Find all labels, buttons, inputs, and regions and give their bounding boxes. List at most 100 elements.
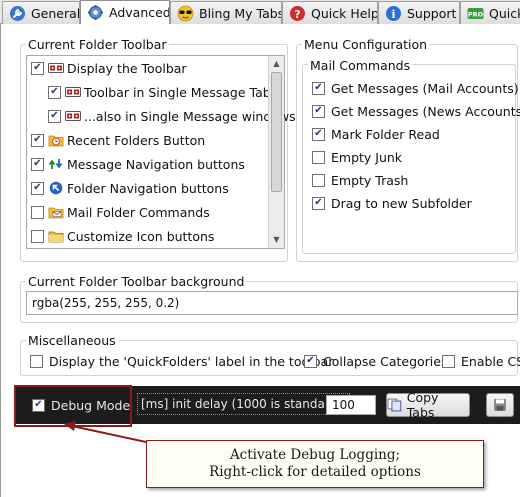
tab-label: Advanced (109, 5, 170, 20)
list-item-message-navigation[interactable]: Message Navigation buttons (31, 153, 245, 175)
item-label: ...also in Single Message windows (84, 108, 296, 124)
tab-advanced[interactable]: Advanced (80, 0, 170, 24)
checkbox-display-quickfolders-label[interactable]: Display the 'QuickFolders' label in the … (30, 350, 333, 372)
save-button[interactable] (486, 393, 514, 417)
debug-logging-callout: Activate Debug Logging; Right-click for … (146, 440, 484, 488)
toolbar-background-input[interactable]: rgba(255, 255, 255, 0.2) (26, 291, 518, 315)
toolbar-icon (48, 63, 64, 73)
checkbox[interactable] (31, 133, 44, 147)
list-item-recent-folders[interactable]: Recent Folders Button (31, 129, 205, 151)
checkbox-enable-css[interactable]: Enable CSS (442, 350, 520, 372)
menu-configuration-legend: Menu Configuration (302, 37, 430, 52)
svg-text:?: ? (294, 7, 300, 20)
callout-line-2: Right-click for detailed options (209, 464, 421, 480)
gear-icon (88, 5, 103, 20)
recent-folder-icon (48, 135, 64, 147)
checkbox[interactable] (312, 127, 325, 141)
checkbox-get-messages-news[interactable]: Get Messages (News Accounts) (312, 100, 520, 122)
checkbox-label: Collapse Categories (323, 353, 448, 369)
folder-navigation-icon (49, 181, 63, 195)
toolbar-icon (65, 87, 81, 97)
item-label: Display the Toolbar (67, 60, 187, 76)
checkbox-mark-folder-read[interactable]: Mark Folder Read (312, 123, 440, 145)
checkbox-label: Debug Mode (51, 397, 131, 413)
list-item-single-message-windows[interactable]: ...also in Single Message windows (48, 105, 296, 127)
info-icon: i (386, 5, 401, 21)
checkbox[interactable] (31, 181, 44, 195)
wrench-icon (10, 5, 25, 21)
pro-icon: PRO (467, 7, 484, 19)
tab-label: Quick Help (311, 5, 378, 21)
checkbox-get-messages-mail[interactable]: Get Messages (Mail Accounts) (312, 77, 519, 99)
copy-tabs-label: Copy Tabs (406, 390, 439, 420)
tab-quickfolders-pro[interactable]: PRO QuickF (460, 1, 520, 24)
checkbox[interactable] (304, 354, 317, 368)
list-item-customize-icon-buttons[interactable]: Customize Icon buttons (31, 225, 214, 247)
item-label: Recent Folders Button (67, 132, 206, 148)
checkbox[interactable] (31, 61, 44, 75)
checkbox[interactable] (312, 81, 325, 95)
miscellaneous-legend: Miscellaneous (26, 333, 118, 348)
help-icon: ? (290, 5, 305, 21)
current-folder-toolbar-legend: Current Folder Toolbar (26, 37, 169, 52)
list-item-folder-navigation[interactable]: Folder Navigation buttons (31, 177, 229, 199)
callout-arrow-icon (64, 421, 147, 443)
checkbox-label: Empty Trash (331, 172, 409, 188)
mail-folder-icon (48, 207, 64, 219)
checkbox-empty-trash[interactable]: Empty Trash (312, 169, 408, 191)
mail-commands-legend: Mail Commands (308, 58, 413, 73)
scroll-down-arrow-icon[interactable]: ▼ (269, 232, 284, 247)
checkbox[interactable] (48, 109, 61, 123)
toolbar-background-legend: Current Folder Toolbar background (26, 274, 247, 289)
checkbox[interactable] (312, 173, 325, 187)
tab-strip: General Advanced Bling My Tabs! ? Quick … (0, 0, 520, 24)
init-delay-label: [ms] init delay (1000 is standard): (137, 393, 350, 415)
checkbox-label: Drag to new Subfolder (331, 195, 472, 211)
checkbox-label: Empty Junk (331, 149, 403, 165)
item-label: Folder Navigation buttons (67, 180, 229, 196)
tab-label: QuickF (489, 5, 520, 21)
copy-icon (387, 398, 402, 412)
checkbox-label: Get Messages (Mail Accounts) (331, 80, 519, 96)
svg-text:PRO: PRO (468, 10, 484, 18)
checkbox[interactable] (312, 150, 325, 164)
checkbox-empty-junk[interactable]: Empty Junk (312, 146, 402, 168)
callout-line-1: Activate Debug Logging; (229, 447, 401, 463)
checkbox[interactable] (48, 85, 61, 99)
navigation-arrows-icon (48, 159, 63, 169)
tab-support[interactable]: i Support (378, 1, 460, 24)
toolbar-options-list[interactable]: Display the Toolbar Toolbar in Single Me… (26, 55, 296, 249)
checkbox[interactable] (32, 398, 45, 412)
list-item-display-toolbar[interactable]: Display the Toolbar (31, 57, 187, 79)
list-item-toolbar-single-message-tabs[interactable]: Toolbar in Single Message Tabs (48, 81, 277, 103)
checkbox-label: Mark Folder Read (331, 126, 440, 142)
scroll-up-arrow-icon[interactable]: ▲ (269, 56, 284, 71)
item-label: Message Navigation buttons (67, 156, 245, 172)
checkbox[interactable] (442, 354, 455, 368)
tab-general[interactable]: General (2, 1, 80, 24)
checkbox[interactable] (312, 104, 325, 118)
checkbox-drag-to-new-subfolder[interactable]: Drag to new Subfolder (312, 192, 472, 214)
list-scrollbar[interactable]: ▲ ▼ (268, 56, 284, 248)
checkbox[interactable] (30, 354, 43, 368)
tab-quick-help[interactable]: ? Quick Help (282, 1, 378, 24)
item-label: Toolbar in Single Message Tabs (84, 84, 278, 100)
checkbox[interactable] (31, 205, 44, 219)
scrollbar-thumb[interactable] (271, 72, 282, 192)
list-item-mail-folder-commands[interactable]: Mail Folder Commands (31, 201, 210, 223)
checkbox[interactable] (31, 229, 44, 243)
item-label: Mail Folder Commands (67, 204, 210, 220)
checkbox-label: Display the 'QuickFolders' label in the … (49, 353, 334, 369)
item-label: Customize Icon buttons (67, 228, 215, 244)
toolbar-icon (65, 111, 81, 121)
copy-tabs-button[interactable]: Copy Tabs (386, 390, 470, 420)
sunglasses-icon (177, 5, 194, 21)
checkbox-collapse-categories[interactable]: Collapse Categories (304, 350, 447, 372)
init-delay-input[interactable]: 100 (326, 395, 376, 415)
checkbox-debug-mode[interactable]: Debug Mode (32, 394, 130, 416)
customize-icon (48, 231, 64, 243)
checkbox-label: Enable CSS (461, 353, 520, 369)
checkbox[interactable] (312, 196, 325, 210)
tab-bling-my-tabs[interactable]: Bling My Tabs! (170, 1, 282, 24)
checkbox[interactable] (31, 157, 44, 171)
